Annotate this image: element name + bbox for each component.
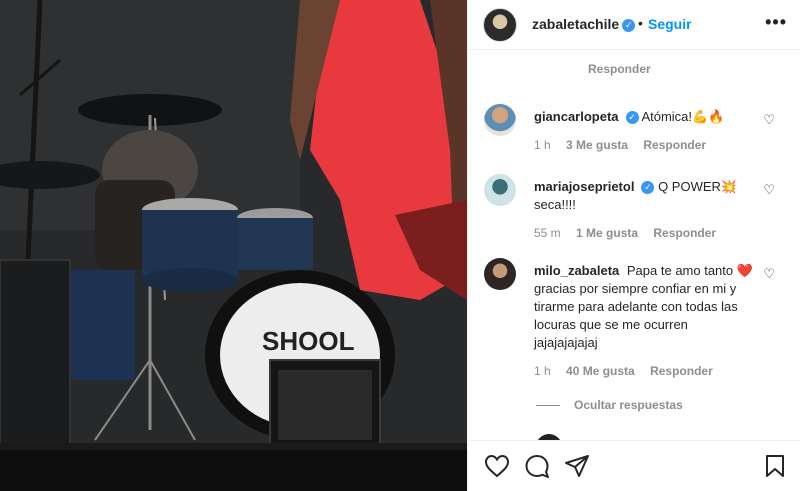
comment-text: milo_zabaleta Papa te amo tanto ❤️ graci… [534,262,754,352]
author-username[interactable]: zabaletachile ✓ [532,16,636,32]
verified-badge-icon: ✓ [641,181,655,195]
header-separator: • [638,15,643,31]
commenter-avatar[interactable] [484,104,516,136]
reply-button[interactable]: Responder [643,138,706,152]
reply-button[interactable]: Responder [653,226,716,240]
side-panel: zabaletachile ✓ • Seguir ••• Responder gi… [467,0,800,491]
more-options-icon[interactable]: ••• [765,12,787,33]
comment-time[interactable]: 55 m [534,226,561,240]
verified-badge-icon: ✓ [622,18,636,32]
reply-button[interactable]: Responder [650,364,713,378]
commenter-username[interactable]: milo_zabaleta [534,263,619,278]
comment-text: giancarlopeta ✓ Atómica!💪🔥 [534,108,754,126]
comment-likes[interactable]: 1 Me gusta [576,226,638,240]
svg-text:SHOOL: SHOOL [262,326,355,356]
post-header: zabaletachile ✓ • Seguir ••• [468,0,800,50]
paper-plane-icon[interactable] [564,454,590,478]
reply-button[interactable]: Responder [588,62,651,76]
replies-divider [536,405,560,407]
comment-heart-icon[interactable]: ♡ [763,182,775,198]
heart-icon[interactable] [484,454,510,478]
comment-time[interactable]: 1 h [534,138,551,152]
comment-time[interactable]: 1 h [534,364,551,378]
commenter-username[interactable]: mariajoseprietol [534,179,634,194]
comment-heart-icon[interactable]: ♡ [763,266,775,282]
comment-heart-icon[interactable]: ♡ [763,112,775,128]
author-avatar[interactable] [483,8,517,42]
comment-meta: 55 m 1 Me gusta Responder [534,226,728,240]
commenter-avatar[interactable] [484,174,516,206]
author-username-text[interactable]: zabaletachile [532,16,619,32]
commenter-username[interactable]: giancarlopeta [534,109,619,124]
comment-icon[interactable] [524,454,550,478]
comment-content: Atómica!💪🔥 [641,109,725,124]
concert-photo: SHOOL [0,0,467,491]
comment-meta: 1 h 3 Me gusta Responder [534,138,718,152]
comment-likes[interactable]: 3 Me gusta [566,138,628,152]
comment-likes[interactable]: 40 Me gusta [566,364,635,378]
comment-text: mariajoseprietol ✓ Q POWER💥 seca!!!! [534,178,754,214]
comment-meta: 1 h 40 Me gusta Responder [534,364,725,378]
commenter-avatar[interactable] [484,258,516,290]
post-media[interactable]: SHOOL [0,0,467,491]
bookmark-icon[interactable] [764,454,786,478]
hide-replies-label[interactable]: Ocultar respuestas [574,398,683,412]
hide-replies-button[interactable]: Ocultar respuestas [536,398,683,412]
verified-badge-icon: ✓ [625,111,639,125]
comments-list: Responder giancarlopeta ✓ Atómica!💪🔥 1 h … [468,50,800,440]
post-actions [468,440,800,491]
follow-button[interactable]: Seguir [648,16,692,32]
